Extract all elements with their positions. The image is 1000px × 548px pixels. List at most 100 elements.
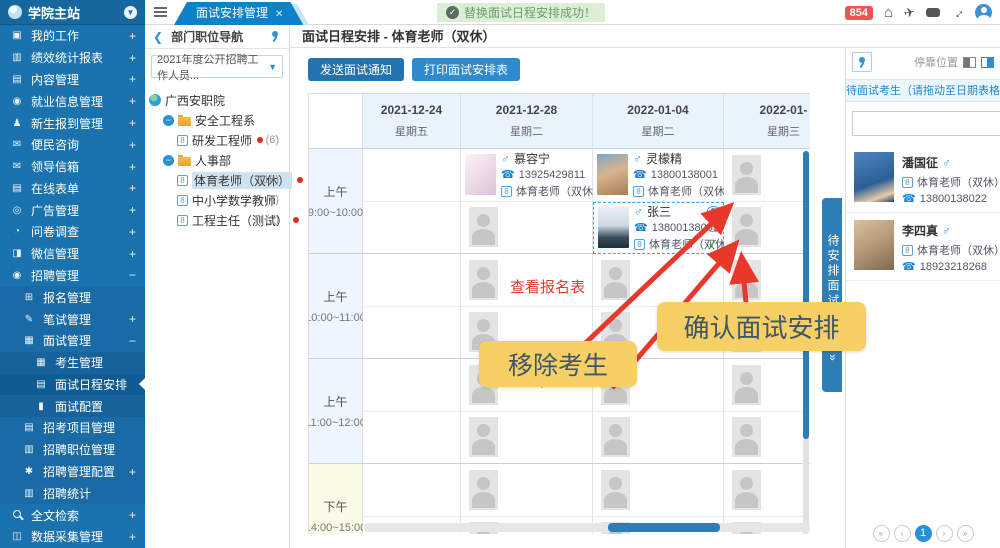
confirm-schedule-icon[interactable]: ✓	[708, 237, 719, 250]
sidebar-item[interactable]: ♟新生报到管理+	[0, 112, 145, 134]
sidebar-item[interactable]: ▮面试配置	[0, 395, 145, 417]
last-page-button[interactable]: »	[957, 525, 974, 542]
sidebar-item[interactable]: ✉领导信箱+	[0, 156, 145, 178]
candidate-card[interactable]: ♂灵檬精☎138001380018体育老师（双休）	[597, 150, 719, 199]
sidebar-item[interactable]: ◉招聘管理−	[0, 265, 145, 287]
schedule-cell[interactable]	[724, 149, 810, 202]
tree-node[interactable]: 8工程主任（测试）(2)	[149, 210, 285, 230]
sidebar-item[interactable]: ▤在线表单+	[0, 177, 145, 199]
male-icon: ♂	[942, 224, 951, 238]
tree-node[interactable]: −安全工程系	[149, 110, 285, 130]
sidebar-item[interactable]: ▤招考项目管理	[0, 417, 145, 439]
sidebar-item[interactable]: ▥招聘职位管理	[0, 439, 145, 461]
collapse-sidebar-icon[interactable]	[154, 11, 167, 13]
pending-candidate-card[interactable]: 潘国征♂8体育老师（双休）☎13800138022	[846, 145, 1000, 213]
schedule-cell[interactable]	[363, 202, 461, 255]
sidebar-item[interactable]: ◉就业信息管理+	[0, 90, 145, 112]
caret-down-icon: ▼	[268, 62, 277, 72]
home-icon[interactable]: ⌂	[884, 5, 893, 20]
schedule-cell[interactable]	[363, 149, 461, 202]
send-interview-notice-button[interactable]: 发送面试通知	[308, 58, 404, 81]
success-toast: ✓ 替换面试日程安排成功！	[437, 3, 605, 22]
schedule-cell[interactable]	[363, 464, 461, 517]
sidebar-item[interactable]: ✱招聘管理配置+	[0, 461, 145, 483]
schedule-cell[interactable]	[724, 464, 810, 517]
vertical-scrollbar-thumb[interactable]	[803, 151, 809, 439]
tree-node[interactable]: 8研发工程师(6)	[149, 130, 285, 150]
schedule-cell[interactable]	[724, 412, 810, 465]
remove-candidate-icon[interactable]	[709, 222, 718, 232]
tree-node[interactable]: 8中小学数学教师(4)	[149, 190, 285, 210]
collapse-minus-icon[interactable]: −	[163, 115, 174, 126]
sidebar-item[interactable]: ◨微信管理+	[0, 243, 145, 265]
first-page-button[interactable]: «	[873, 525, 890, 542]
send-icon[interactable]: ✈	[903, 5, 916, 20]
sidebar-header[interactable]: 学院主站 ▼	[0, 0, 145, 25]
schedule-cell[interactable]	[461, 464, 593, 517]
chevron-down-icon[interactable]: ▼	[124, 6, 137, 19]
dock-right-icon[interactable]	[981, 57, 994, 68]
sidebar-item[interactable]: ▥招聘统计	[0, 482, 145, 504]
dock-left-icon[interactable]	[963, 57, 976, 68]
sidebar-item[interactable]: ▦面试管理−	[0, 330, 145, 352]
sidebar-item[interactable]: ◎广告管理+	[0, 199, 145, 221]
sidebar-item[interactable]: ✎笔试管理+	[0, 308, 145, 330]
next-page-button[interactable]: ›	[936, 525, 953, 542]
schedule-cell[interactable]	[363, 307, 461, 360]
chevron-left-icon[interactable]: ❮	[153, 30, 163, 44]
schedule-cell[interactable]	[461, 202, 593, 255]
print-schedule-button[interactable]: 打印面试安排表	[412, 58, 520, 81]
sidebar-item[interactable]: ▤内容管理+	[0, 69, 145, 91]
sidebar-item[interactable]: ▥绩效统计报表+	[0, 47, 145, 69]
search-input[interactable]	[852, 111, 1000, 136]
schedule-cell[interactable]	[593, 412, 724, 465]
pin-icon[interactable]	[269, 30, 281, 43]
schedule-cell[interactable]	[593, 464, 724, 517]
sidebar-item[interactable]: ▤面试日程安排	[0, 374, 145, 396]
chat-icon[interactable]	[926, 8, 940, 17]
tab-interview-management[interactable]: 面试安排管理✕	[174, 2, 303, 25]
pin-button[interactable]	[852, 52, 872, 72]
sidebar-item[interactable]: ▣我的工作+	[0, 25, 145, 47]
schedule-cell[interactable]	[724, 359, 810, 412]
slot-range: 9:00~10:00	[308, 207, 363, 219]
sidebar-item[interactable]: ◫数据采集管理+	[0, 526, 145, 548]
candidate-card[interactable]: ♂慕容宁☎139254298118体育老师（双休）	[465, 150, 588, 199]
schedule-cell[interactable]	[461, 412, 593, 465]
project-select[interactable]: 2021年度公开招聘工作人员... ▼	[151, 55, 283, 78]
schedule-cell[interactable]: ♂灵檬精☎138001380018体育老师（双休）	[593, 149, 724, 202]
candidate-card[interactable]: ♂张三☎138001380038体育老师（双休）	[598, 203, 719, 252]
tree-node[interactable]: 8体育老师（双休）(18)	[149, 170, 285, 190]
notification-badge[interactable]: 854	[845, 6, 873, 20]
view-form-icon[interactable]	[707, 206, 720, 215]
sidebar-item[interactable]: ▦考生管理	[0, 352, 145, 374]
horizontal-scrollbar-thumb[interactable]	[608, 523, 720, 532]
sidebar-item[interactable]: ✉便民咨询+	[0, 134, 145, 156]
expand-plus-icon: +	[129, 29, 136, 43]
schedule-cell[interactable]	[363, 359, 461, 412]
schedule-cell[interactable]	[724, 254, 810, 307]
schedule-cell[interactable]	[593, 254, 724, 307]
expand-plus-icon: +	[129, 116, 136, 130]
user-avatar-icon[interactable]	[975, 4, 992, 21]
header-weekday: 星期二	[642, 123, 675, 139]
expand-plus-icon: +	[129, 138, 136, 152]
sidebar-item[interactable]: ◔问卷调查+	[0, 221, 145, 243]
schedule-cell[interactable]	[363, 412, 461, 465]
sidebar-item[interactable]: ⊞报名管理	[0, 286, 145, 308]
schedule-cell[interactable]: ♂张三☎138001380038体育老师（双休）✓	[593, 202, 724, 255]
schedule-cell[interactable]	[363, 254, 461, 307]
prev-page-button[interactable]: ‹	[894, 525, 911, 542]
schedule-cell[interactable]	[724, 202, 810, 255]
tree-node[interactable]: 广西安职院	[149, 90, 285, 110]
schedule-cell[interactable]: ♂慕容宁☎139254298118体育老师（双休）	[461, 149, 593, 202]
pending-candidates-collapsed-tab[interactable]: 待安排面试的考生»	[822, 198, 842, 392]
sidebar-item[interactable]: 全文检索+	[0, 504, 145, 526]
collapse-minus-icon[interactable]: −	[163, 155, 174, 166]
tree-node[interactable]: −人事部	[149, 150, 285, 170]
pending-candidate-card[interactable]: 李四真♂8体育老师（双休）☎18923218268	[846, 213, 1000, 281]
expand-icon[interactable]: ↔	[948, 3, 966, 21]
close-tab-icon[interactable]: ✕	[275, 9, 283, 20]
sidebar-item-label: 面试配置	[55, 398, 103, 415]
horizontal-scrollbar[interactable]	[364, 523, 810, 532]
